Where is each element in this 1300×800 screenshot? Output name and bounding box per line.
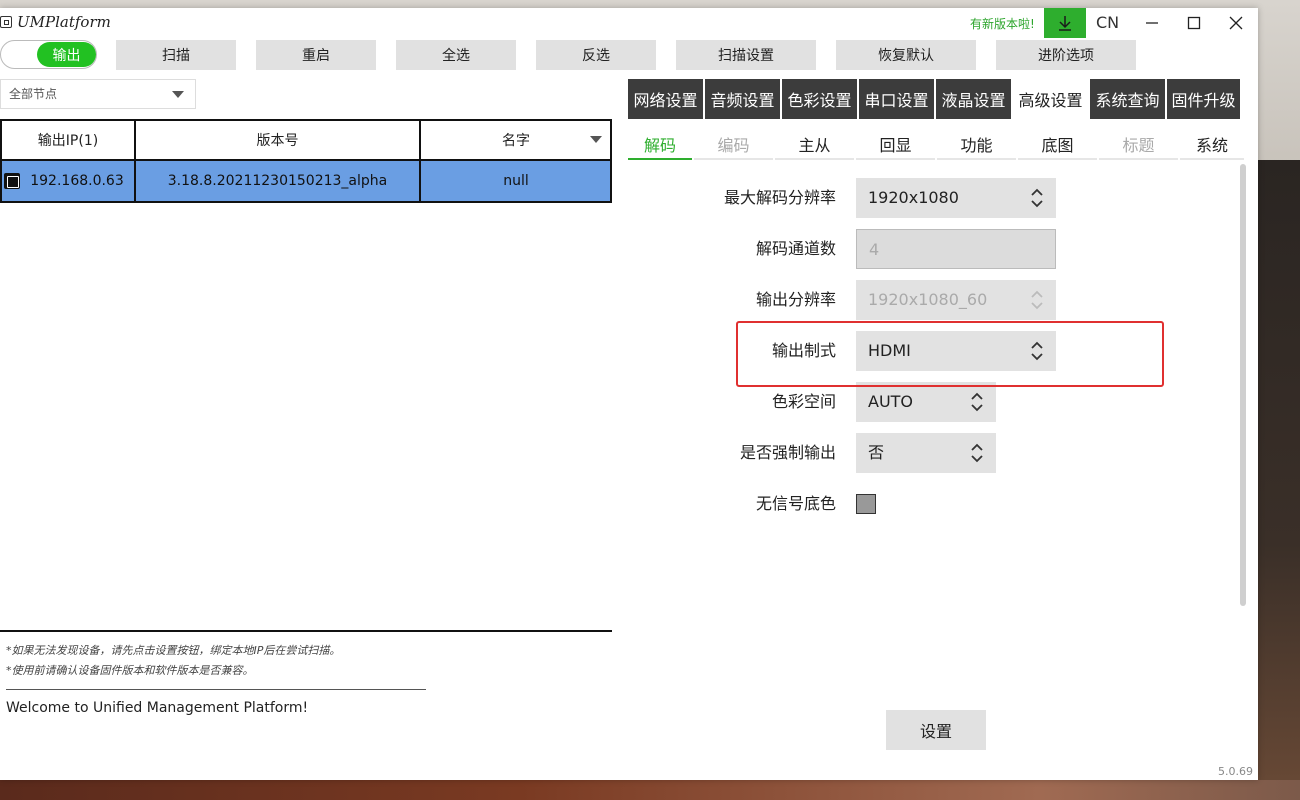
- node-filter-select[interactable]: 全部节点: [0, 79, 196, 109]
- cell-ip-value: 192.168.0.63: [30, 173, 124, 189]
- decode-channels-input[interactable]: 4: [856, 229, 1056, 269]
- device-table: 输出IP(1) 版本号 名字 192.168.0.63 3.18.8.20211…: [0, 119, 612, 203]
- spin-arrows-icon: [971, 392, 983, 412]
- advanced-options-button[interactable]: 进阶选项: [996, 40, 1136, 70]
- field-no-signal-color: 无信号底色: [628, 484, 1188, 524]
- max-resolution-value: 1920x1080: [868, 188, 959, 207]
- column-header-name-label: 名字: [502, 133, 530, 149]
- select-all-button[interactable]: 全选: [396, 40, 516, 70]
- color-space-value: AUTO: [868, 392, 914, 411]
- log-divider: [0, 630, 612, 632]
- toolbar: 输出 扫描 重启 全选 反选 扫描设置 恢复默认 进阶选项: [0, 38, 1258, 70]
- tab-audio[interactable]: 音频设置: [705, 79, 780, 119]
- scan-button[interactable]: 扫描: [116, 40, 236, 70]
- spin-arrows-icon: [1031, 290, 1043, 310]
- spin-arrows-icon: [971, 443, 983, 463]
- advanced-sub-tabs: 解码 编码 主从 回显 功能 底图 标题 系统: [628, 134, 1244, 162]
- chevron-down-icon: [172, 91, 184, 98]
- column-header-name[interactable]: 名字: [421, 121, 611, 159]
- subtab-system[interactable]: 系统: [1180, 134, 1244, 160]
- row-checkbox[interactable]: [4, 173, 20, 189]
- force-output-select[interactable]: 否: [856, 433, 996, 473]
- field-output-resolution: 输出分辨率 1920x1080_60: [628, 280, 1188, 320]
- hint-line-2: *使用前请确认设备固件版本和软件版本是否兼容。: [6, 664, 254, 677]
- subtab-function[interactable]: 功能: [937, 134, 1016, 160]
- tab-color[interactable]: 色彩设置: [782, 79, 857, 119]
- tab-advanced[interactable]: 高级设置: [1013, 79, 1088, 119]
- field-color-space: 色彩空间 AUTO: [628, 382, 1188, 422]
- column-header-ip[interactable]: 输出IP(1): [2, 121, 136, 159]
- reboot-button[interactable]: 重启: [256, 40, 376, 70]
- annotation-highlight-box: [736, 321, 1164, 387]
- app-window: UMPlatform 有新版本啦! CN 输出 扫描 重启 全选 反选 扫描设置…: [0, 8, 1258, 780]
- subtab-decode[interactable]: 解码: [628, 134, 692, 160]
- language-switch[interactable]: CN: [1096, 13, 1119, 32]
- close-icon: [1229, 16, 1243, 30]
- tab-serial[interactable]: 串口设置: [859, 79, 934, 119]
- subtab-echo[interactable]: 回显: [856, 134, 935, 160]
- close-button[interactable]: [1224, 11, 1248, 35]
- tab-lcd[interactable]: 液晶设置: [936, 79, 1011, 119]
- minimize-button[interactable]: [1140, 11, 1164, 35]
- label-max-resolution: 最大解码分辨率: [723, 188, 836, 207]
- label-no-signal-color: 无信号底色: [755, 494, 836, 513]
- cell-name: null: [503, 173, 529, 189]
- tab-firmware-upgrade[interactable]: 固件升级: [1167, 79, 1240, 119]
- sort-down-icon[interactable]: [589, 135, 603, 144]
- restore-defaults-button[interactable]: 恢复默认: [836, 40, 976, 70]
- force-output-value: 否: [868, 443, 885, 462]
- label-output-resolution: 输出分辨率: [755, 290, 836, 309]
- download-update-button[interactable]: [1044, 8, 1086, 38]
- column-header-version[interactable]: 版本号: [136, 121, 421, 159]
- subtab-title[interactable]: 标题: [1099, 134, 1178, 160]
- field-max-resolution: 最大解码分辨率 1920x1080: [628, 178, 1188, 218]
- log-divider-2: [6, 689, 426, 690]
- app-logo-icon: [0, 16, 12, 28]
- subtab-background[interactable]: 底图: [1018, 134, 1097, 160]
- label-force-output: 是否强制输出: [739, 443, 836, 462]
- app-version: 5.0.69: [1218, 765, 1253, 778]
- no-signal-color-swatch[interactable]: [856, 494, 876, 514]
- output-resolution-value: 1920x1080_60: [868, 290, 988, 309]
- app-title: UMPlatform: [17, 13, 111, 31]
- tab-system-query[interactable]: 系统查询: [1090, 79, 1165, 119]
- output-resolution-select[interactable]: 1920x1080_60: [856, 280, 1056, 320]
- invert-selection-button[interactable]: 反选: [536, 40, 656, 70]
- field-force-output: 是否强制输出 否: [628, 433, 1188, 473]
- toggle-label: 输出: [37, 42, 96, 67]
- table-header: 输出IP(1) 版本号 名字: [0, 119, 612, 161]
- output-mode-toggle[interactable]: 输出: [0, 40, 97, 69]
- scan-settings-button[interactable]: 扫描设置: [676, 40, 816, 70]
- cell-ip: 192.168.0.63: [2, 161, 136, 201]
- desktop-background-bottom: [0, 780, 1300, 800]
- max-resolution-select[interactable]: 1920x1080: [856, 178, 1056, 218]
- title-bar[interactable]: UMPlatform 有新版本啦! CN: [0, 8, 1258, 38]
- label-color-space: 色彩空间: [771, 392, 836, 411]
- hint-line-1: *如果无法发现设备，请先点击设置按钮，绑定本地IP后在尝试扫描。: [6, 644, 341, 657]
- download-icon: [1059, 16, 1071, 31]
- maximize-icon: [1187, 16, 1201, 30]
- settings-scrollbar[interactable]: [1240, 164, 1246, 606]
- cell-version: 3.18.8.20211230150213_alpha: [136, 161, 421, 201]
- settings-tabs: 网络设置 音频设置 色彩设置 串口设置 液晶设置 高级设置 系统查询 固件升级: [628, 79, 1242, 119]
- welcome-message: Welcome to Unified Management Platform!: [6, 700, 309, 716]
- table-row[interactable]: 192.168.0.63 3.18.8.20211230150213_alpha…: [0, 161, 612, 203]
- spin-arrows-icon: [1031, 188, 1043, 208]
- label-decode-channels: 解码通道数: [755, 239, 836, 258]
- tab-network[interactable]: 网络设置: [628, 79, 703, 119]
- apply-settings-button[interactable]: 设置: [886, 710, 986, 750]
- maximize-button[interactable]: [1182, 11, 1206, 35]
- node-filter-value: 全部节点: [9, 87, 58, 101]
- subtab-master-slave[interactable]: 主从: [775, 134, 854, 160]
- new-version-notice[interactable]: 有新版本啦!: [970, 15, 1035, 32]
- color-space-select[interactable]: AUTO: [856, 382, 996, 422]
- subtab-encode[interactable]: 编码: [694, 134, 773, 160]
- field-decode-channels: 解码通道数 4: [628, 229, 1188, 269]
- minimize-icon: [1146, 22, 1158, 24]
